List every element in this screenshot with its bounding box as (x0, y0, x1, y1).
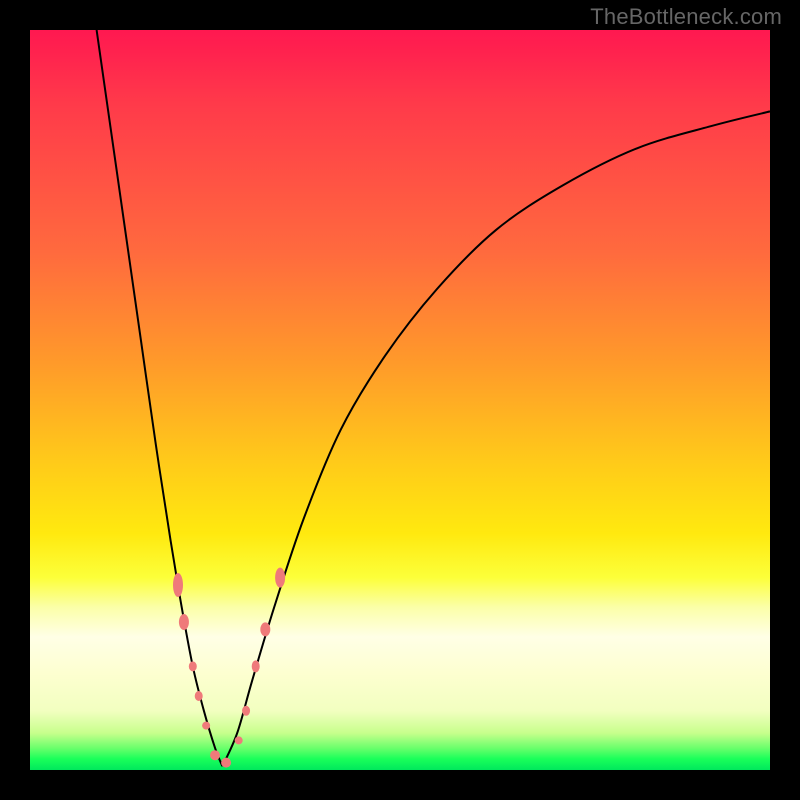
chart-frame: TheBottleneck.com (0, 0, 800, 800)
highlight-marker (252, 660, 260, 672)
highlight-marker (179, 614, 189, 630)
curve-layer (30, 30, 770, 770)
highlight-marker (242, 706, 250, 716)
highlight-markers (173, 568, 285, 768)
highlight-marker (189, 661, 197, 671)
highlight-marker (202, 722, 210, 730)
right-branch-curve (222, 111, 770, 766)
highlight-marker (221, 758, 231, 768)
highlight-marker (260, 622, 270, 636)
highlight-marker (210, 750, 220, 760)
highlight-marker (275, 568, 285, 588)
left-branch-curve (97, 30, 223, 766)
highlight-marker (195, 691, 203, 701)
highlight-marker (173, 573, 183, 597)
plot-area (30, 30, 770, 770)
highlight-marker (235, 736, 243, 744)
watermark-text: TheBottleneck.com (590, 4, 782, 30)
